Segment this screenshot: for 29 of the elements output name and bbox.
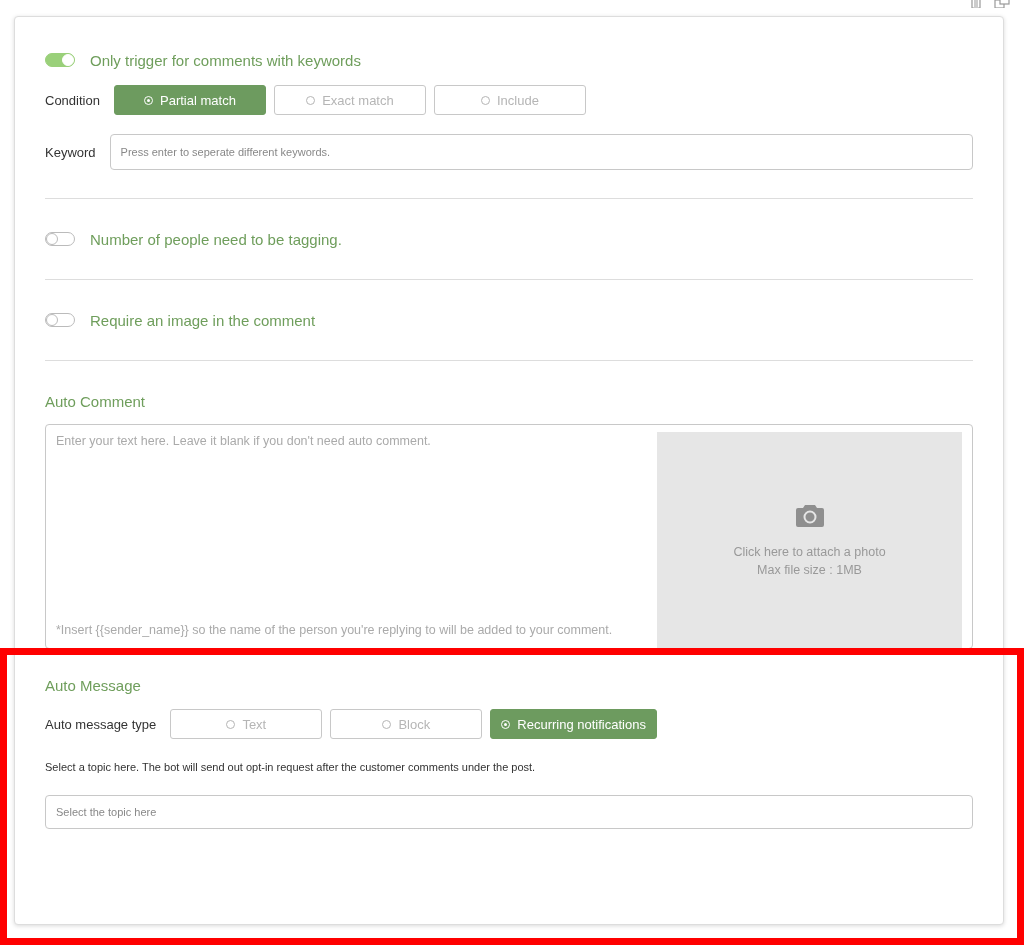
section-title: Auto Message (45, 677, 142, 694)
toggle-switch[interactable] (45, 232, 75, 246)
message-type-option[interactable]: Text (170, 709, 323, 739)
message-type-option[interactable]: Recurring notifications (490, 709, 657, 739)
photo-label: Click here to attach a photo (733, 545, 886, 559)
toggle-switch[interactable] (45, 53, 75, 67)
toggle-label: Require an image in the comment (90, 311, 316, 329)
help-text: Select a topic here. The bot will send out opt-in request after the customer comments under the post. (45, 761, 537, 773)
copy-icon[interactable] (994, 0, 1010, 8)
toggle-label: Only trigger for comments with keywords (90, 51, 361, 69)
topic-select[interactable]: Select the topic here (45, 795, 973, 829)
message-type-label: Auto message type (45, 716, 157, 732)
condition-option[interactable]: Partial match (113, 85, 266, 115)
section-title: Auto Comment (45, 393, 147, 410)
comment-box[interactable] (45, 424, 973, 649)
condition-option[interactable]: Include (433, 85, 586, 115)
file-size-note: Max file size : 1MB (757, 563, 862, 577)
photo-upload-area[interactable]: Click here to attach a photo Max file size : 1MB (657, 432, 962, 648)
condition-label: Condition (45, 92, 100, 108)
keyword-label: Keyword (45, 144, 96, 160)
comment-placeholder: Enter your text here. Leave it blank if you don't need auto comment. (56, 433, 432, 450)
comment-hint: *Insert {{sender_name}} so the name of the person you're replying to will be added to your comment. (56, 622, 614, 639)
keyword-field[interactable]: Press enter to seperate different keywords. (109, 134, 973, 170)
camera-icon (794, 503, 825, 527)
trash-icon[interactable] (970, 0, 982, 8)
toggle-switch[interactable] (45, 313, 75, 327)
toggle-label: Number of people need to be tagging. (90, 230, 342, 248)
message-type-option[interactable]: Block (330, 709, 483, 739)
condition-option[interactable]: Exact match (273, 85, 426, 115)
